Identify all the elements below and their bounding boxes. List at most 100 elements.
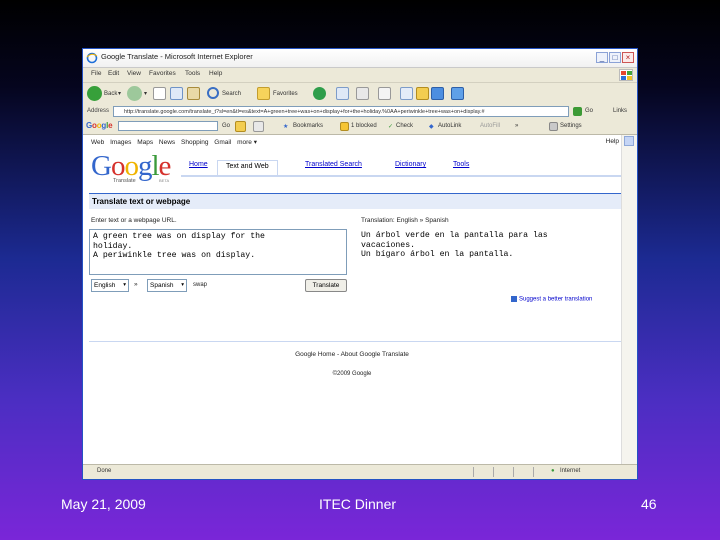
ie-window: Google Translate - Microsoft Internet Ex…: [82, 48, 638, 480]
address-label: Address: [87, 108, 110, 114]
history-icon[interactable]: [336, 87, 349, 100]
scroll-up-icon[interactable]: [624, 136, 634, 146]
page-content: Web Images Maps News Shopping Gmail more…: [83, 135, 637, 465]
tab-tools[interactable]: Tools: [453, 161, 469, 168]
translate-tabs: Home Text and Web Translated Search Dict…: [181, 159, 621, 177]
minimize-button[interactable]: _: [596, 52, 608, 63]
popup-blocked-label[interactable]: 1 blocked: [351, 123, 377, 129]
address-bar: Address http://translate.google.com/tran…: [83, 105, 637, 120]
google-toolbar-logo[interactable]: Google: [86, 121, 113, 130]
top-link-news[interactable]: News: [159, 139, 175, 146]
mail-icon[interactable]: [356, 87, 369, 100]
tab-home[interactable]: Home: [189, 161, 208, 168]
spellcheck-icon[interactable]: ✓: [388, 123, 393, 130]
source-language-select[interactable]: English ▾: [91, 279, 129, 292]
google-go-button[interactable]: Go: [222, 123, 230, 129]
translate-button[interactable]: Translate: [305, 279, 347, 292]
suggest-icon: [511, 296, 517, 302]
tab-translated-search[interactable]: Translated Search: [305, 161, 362, 168]
status-separator: [493, 467, 494, 477]
source-label: Enter text or a webpage URL.: [91, 217, 177, 224]
vertical-scrollbar[interactable]: [621, 135, 637, 465]
autolink-button[interactable]: AutoLink: [438, 123, 461, 129]
search-label[interactable]: Search: [222, 91, 241, 97]
address-field[interactable]: http://translate.google.com/translate_t?…: [113, 106, 569, 117]
go-arrow-icon[interactable]: [573, 107, 582, 116]
status-separator: [513, 467, 514, 477]
more-chevron-icon[interactable]: »: [515, 123, 518, 129]
menu-view[interactable]: View: [127, 70, 141, 77]
links-label[interactable]: Links: [613, 108, 627, 114]
search-icon[interactable]: [207, 87, 219, 99]
menu-tools[interactable]: Tools: [185, 70, 200, 77]
folder-icon[interactable]: [416, 87, 429, 100]
highlight-icon[interactable]: [235, 121, 246, 132]
bookmarks-button[interactable]: Bookmarks: [293, 123, 323, 129]
translation-result: Un árbol verde en la pantalla para las v…: [361, 231, 548, 259]
suggest-translation-link[interactable]: Suggest a better translation: [511, 296, 592, 303]
source-textarea[interactable]: A green tree was on display for the holi…: [89, 229, 347, 275]
swap-link[interactable]: swap: [193, 282, 207, 288]
messenger-icon[interactable]: [431, 87, 444, 100]
settings-button[interactable]: Settings: [560, 123, 582, 129]
google-search-input[interactable]: [118, 121, 218, 131]
settings-icon[interactable]: [549, 122, 558, 131]
target-language-select[interactable]: Spanish ▾: [147, 279, 187, 292]
stop-icon[interactable]: [153, 87, 166, 100]
bookmark-star-icon[interactable]: ★: [283, 123, 288, 130]
favorites-star-icon[interactable]: [257, 87, 270, 100]
top-link-web[interactable]: Web: [91, 139, 104, 146]
status-bar: Done ● Internet: [83, 464, 637, 479]
forward-arrow-icon[interactable]: [127, 86, 142, 101]
go-button[interactable]: Go: [585, 108, 593, 114]
footer-links[interactable]: Google Home - About Google Translate: [83, 351, 621, 358]
zone-label: Internet: [560, 468, 581, 474]
autolink-icon[interactable]: ◆: [429, 123, 434, 130]
slide-event: ITEC Dinner: [319, 496, 397, 512]
autofill-button[interactable]: AutoFill: [480, 123, 500, 129]
slide-page-number: 46: [641, 496, 657, 512]
google-logo[interactable]: Google: [91, 151, 171, 181]
maximize-button[interactable]: □: [609, 52, 621, 63]
tab-text-and-web[interactable]: Text and Web: [217, 160, 278, 175]
research-icon[interactable]: [451, 87, 464, 100]
print-icon[interactable]: [378, 87, 391, 100]
status-text: Done: [97, 468, 112, 474]
top-link-images[interactable]: Images: [110, 139, 131, 146]
tab-dictionary[interactable]: Dictionary: [395, 161, 426, 168]
menu-help[interactable]: Help: [209, 70, 222, 77]
top-link-more[interactable]: more ▾: [237, 139, 257, 146]
favorites-label[interactable]: Favorites: [273, 91, 298, 97]
language-arrow-label: »: [134, 281, 138, 288]
back-arrow-icon[interactable]: [87, 86, 102, 101]
home-icon[interactable]: [187, 87, 200, 100]
status-separator: [473, 467, 474, 477]
check-button[interactable]: Check: [396, 123, 413, 129]
page-divider: [89, 341, 621, 342]
close-button[interactable]: ×: [622, 52, 634, 63]
page-icon[interactable]: [253, 121, 264, 132]
top-link-gmail[interactable]: Gmail: [214, 139, 231, 146]
edit-icon[interactable]: [400, 87, 413, 100]
target-language-value: Spanish: [150, 282, 174, 289]
back-label[interactable]: Back: [104, 91, 117, 97]
slide-date: May 21, 2009: [61, 496, 146, 512]
copyright: ©2009 Google: [332, 371, 372, 377]
forward-dropdown-icon[interactable]: ▾: [144, 90, 147, 97]
source-language-value: English: [94, 282, 116, 289]
help-link[interactable]: Help: [606, 138, 619, 145]
refresh-icon[interactable]: [170, 87, 183, 100]
media-icon[interactable]: [313, 87, 326, 100]
menu-favorites[interactable]: Favorites: [149, 70, 176, 77]
internet-explorer-icon: [86, 52, 98, 64]
google-toolbar: Google Go ★ Bookmarks 1 blocked ✓ Check …: [83, 119, 637, 135]
menu-file[interactable]: File: [91, 70, 101, 77]
menu-edit[interactable]: Edit: [108, 70, 119, 77]
top-link-shopping[interactable]: Shopping: [181, 139, 208, 146]
popup-blocker-icon[interactable]: [340, 122, 349, 131]
back-dropdown-icon[interactable]: ▾: [118, 90, 121, 97]
top-link-maps[interactable]: Maps: [137, 139, 153, 146]
chevron-down-icon: ▾: [123, 282, 126, 288]
logo-beta-badge: BETA: [159, 178, 170, 183]
suggest-label: Suggest a better translation: [519, 296, 593, 303]
